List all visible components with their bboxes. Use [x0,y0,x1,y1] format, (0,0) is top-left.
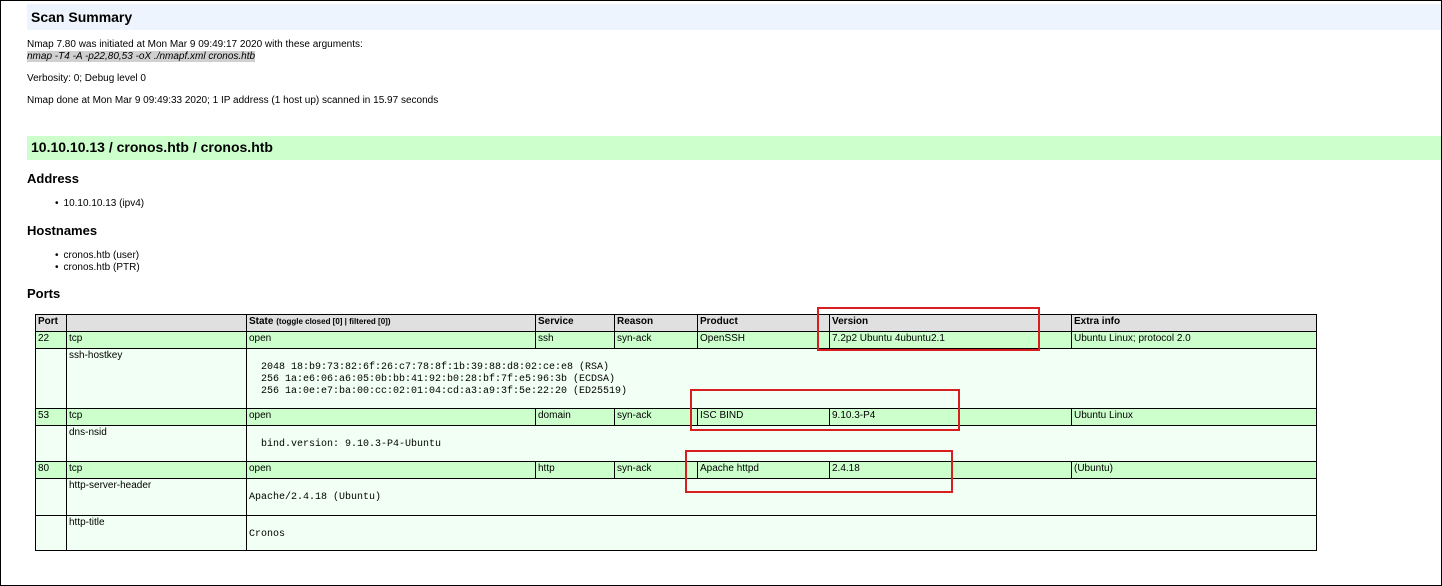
address-item: 10.10.10.13 (ipv4) [55,198,145,210]
col-version: Version [829,314,1072,332]
hostname-item: cronos.htb (PTR) [55,262,140,274]
port-product: OpenSSH [697,331,830,349]
port-version: 7.2p2 Ubuntu 4ubuntu2.1 [829,331,1072,349]
ports-header-row: Port State (toggle closed [0] | filtered… [35,314,1317,332]
port-number: 53 [35,408,67,426]
port-service: ssh [535,331,615,349]
hostname-item: cronos.htb (user) [55,250,140,262]
scan-summary-heading: Scan Summary [27,4,1441,30]
col-product: Product [697,314,830,332]
port-number: 80 [35,461,67,479]
verbosity-text: Verbosity: 0; Debug level 0 [27,73,146,84]
script-row: http-server-header Apache/2.4.18 (Ubuntu… [35,478,1317,516]
script-row: dns-nsid bind.version: 9.10.3-P4-Ubuntu [35,425,1317,462]
initiated-text: Nmap 7.80 was initiated at Mon Mar 9 09:… [27,39,363,50]
port-state: open [246,331,536,349]
port-extra-info: (Ubuntu) [1071,461,1317,479]
col-service: Service [535,314,615,332]
port-row: 22 tcp open ssh syn-ack OpenSSH 7.2p2 Ub… [35,331,1317,349]
script-name: http-server-header [66,478,247,516]
port-protocol: tcp [66,461,247,479]
script-name: http-title [66,515,247,551]
hostnames-heading: Hostnames [27,223,98,238]
port-extra-info: Ubuntu Linux [1071,408,1317,426]
port-reason: syn-ack [614,461,698,479]
port-product: Apache httpd [697,461,830,479]
ports-heading: Ports [27,286,61,301]
port-state: open [246,461,536,479]
address-heading: Address [27,171,80,186]
port-product: ISC BIND [697,408,830,426]
script-row: http-title Cronos [35,515,1317,551]
col-state: State (toggle closed [0] | filtered [0]) [246,314,536,332]
toggle-closed-filtered-link[interactable]: (toggle closed [0] | filtered [0]) [276,317,390,326]
script-output: Cronos [249,529,286,540]
script-output: 2048 18:b9:73:82:6f:26:c7:78:8f:1b:39:88… [261,362,628,397]
col-state-label: State [249,316,274,327]
host-heading: 10.10.10.13 / cronos.htb / cronos.htb [27,136,1441,160]
col-extra-info: Extra info [1071,314,1317,332]
script-output: bind.version: 9.10.3-P4-Ubuntu [261,439,442,450]
port-version: 9.10.3-P4 [829,408,1072,426]
port-protocol: tcp [66,331,247,349]
port-version: 2.4.18 [829,461,1072,479]
script-name: ssh-hostkey [66,348,247,409]
col-port: Port [35,314,67,332]
script-row: ssh-hostkey 2048 18:b9:73:82:6f:26:c7:78… [35,348,1317,409]
port-row: 80 tcp open http syn-ack Apache httpd 2.… [35,461,1317,479]
script-name: dns-nsid [66,425,247,462]
ports-table: Port State (toggle closed [0] | filtered… [35,314,1317,551]
script-output: Apache/2.4.18 (Ubuntu) [249,492,382,503]
port-state: open [246,408,536,426]
port-reason: syn-ack [614,408,698,426]
port-service: http [535,461,615,479]
port-row: 53 tcp open domain syn-ack ISC BIND 9.10… [35,408,1317,426]
col-reason: Reason [614,314,698,332]
port-protocol: tcp [66,408,247,426]
col-protocol [66,314,247,332]
port-service: domain [535,408,615,426]
done-text: Nmap done at Mon Mar 9 09:49:33 2020; 1 … [27,95,439,106]
port-extra-info: Ubuntu Linux; protocol 2.0 [1071,331,1317,349]
port-number: 22 [35,331,67,349]
arguments-text: nmap -T4 -A -p22,80,53 -oX ./nmapf.xml c… [27,51,256,62]
port-reason: syn-ack [614,331,698,349]
